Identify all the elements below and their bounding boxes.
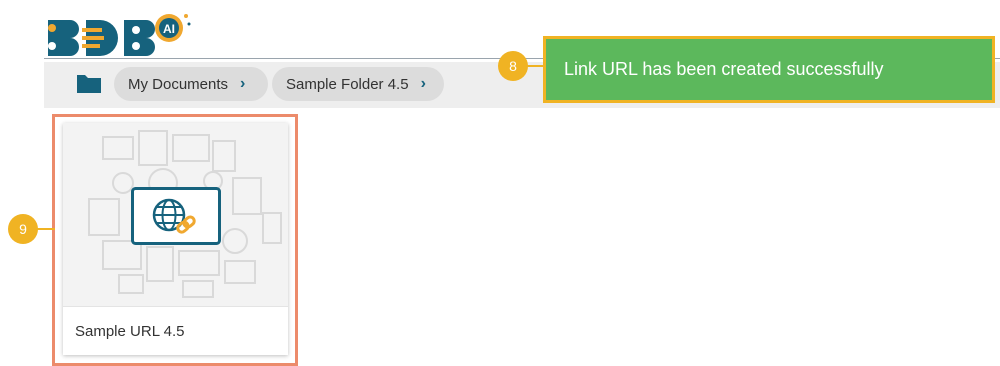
folder-icon[interactable]: [76, 72, 102, 94]
svg-text:AI: AI: [163, 22, 175, 36]
logo-letters: [48, 20, 155, 56]
success-toast: Link URL has been created successfully: [543, 36, 995, 103]
callout-number: 8: [509, 58, 517, 74]
card-title[interactable]: Sample URL 4.5: [63, 306, 288, 355]
bdb-logo[interactable]: AI: [44, 8, 194, 58]
breadcrumb-label: My Documents: [128, 75, 229, 93]
breadcrumb-item-my-documents[interactable]: My Documents ›: [114, 67, 268, 101]
url-card[interactable]: Sample URL 4.5: [63, 123, 288, 355]
card-title-text: Sample URL 4.5: [75, 322, 185, 340]
logo-ai-badge: AI: [155, 14, 191, 42]
callout-number: 9: [19, 221, 27, 237]
chevron-right-icon: ›: [420, 75, 426, 92]
callout-badge: 8: [498, 51, 543, 81]
globe-link-icon: [131, 187, 221, 245]
toast-message: Link URL has been created successfully: [564, 59, 884, 79]
chevron-right-icon: ›: [240, 75, 246, 92]
breadcrumb-label: Sample Folder 4.5: [286, 75, 409, 93]
breadcrumb-item-sample-folder[interactable]: Sample Folder 4.5 ›: [272, 67, 444, 101]
callout-badge: 9: [8, 214, 55, 244]
